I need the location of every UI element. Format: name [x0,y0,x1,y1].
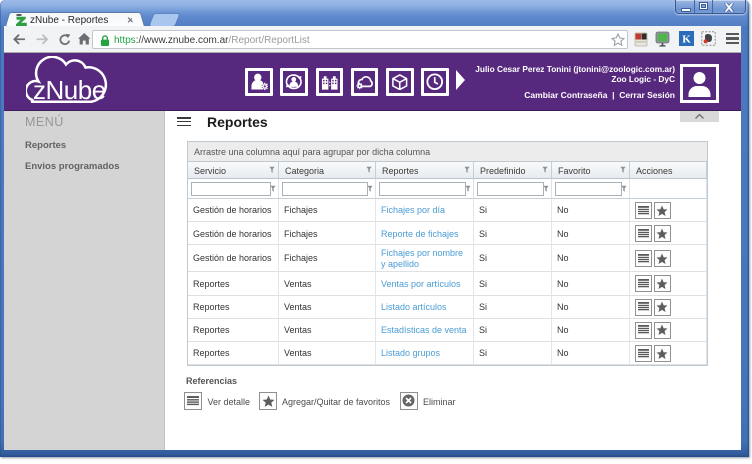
svg-text:K: K [682,34,691,46]
svg-text:zNube: zNube [33,75,106,105]
